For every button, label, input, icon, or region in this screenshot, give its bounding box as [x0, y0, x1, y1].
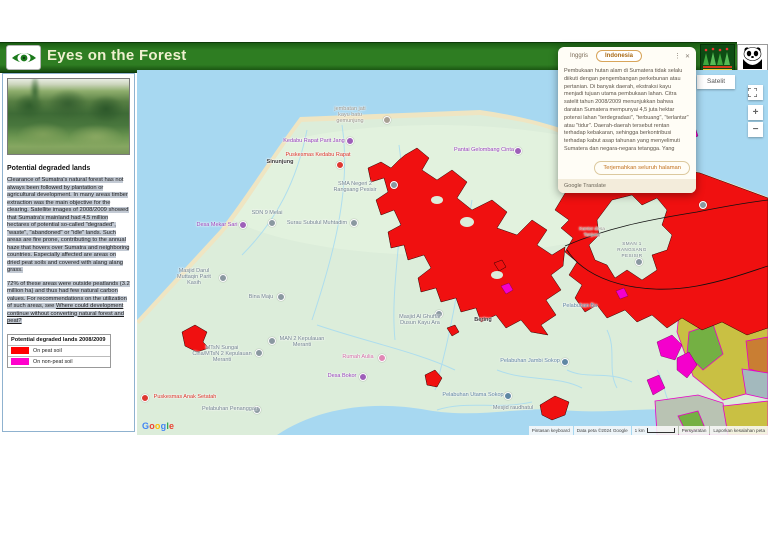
map-label[interactable]: Rumah Aulia [342, 354, 373, 360]
map-label[interactable]: Kedabu Rapat Parit Jang [283, 138, 344, 144]
map-label[interactable]: Mesjid raudhatul [493, 405, 533, 411]
legend-label-peat: On peat soil [33, 347, 62, 354]
google-letter: e [169, 421, 175, 431]
more-options-icon[interactable]: ⋮ [672, 52, 683, 60]
map-label[interactable]: Desa Bokor [328, 373, 357, 379]
mosque-icon[interactable] [219, 274, 227, 282]
school-icon[interactable] [255, 349, 263, 357]
sidebar-paragraph-1: Clearance of Sumatra's natural forest ha… [7, 177, 130, 275]
translated-text: Pembukaan hutan alam di Sumatera tidak s… [564, 68, 689, 154]
lodging-icon[interactable] [378, 354, 386, 362]
terms-link[interactable]: Persyaratan [678, 426, 710, 435]
sidebar-paragraph-2: 72% of these areas were outside peatland… [7, 280, 130, 326]
translate-button-row: Terjemahkan seluruh halaman [558, 154, 696, 179]
google-translate-attribution: Google Translate [558, 179, 696, 193]
close-icon[interactable]: ✕ [683, 53, 692, 60]
school-icon[interactable] [268, 219, 276, 227]
map-label: SMAN 1 RANGSANG PESISIR [617, 241, 647, 258]
map-label: Bering [474, 317, 492, 323]
map-label[interactable]: Puskesmas Anak Setatah [154, 394, 217, 400]
highlighted-text-1: Clearance of Sumatra's natural forest ha… [7, 177, 130, 273]
place-icon[interactable] [277, 293, 285, 301]
legend-box: Potential degraded lands 2008/2009 On pe… [7, 333, 111, 368]
report-error-link[interactable]: Laporkan kesalahan peta [710, 426, 768, 435]
panda-icon [743, 47, 762, 69]
village-icon[interactable] [239, 221, 247, 229]
sidebar-panel: Potential degraded lands Clearance of Su… [2, 73, 135, 432]
forest-photo [7, 78, 130, 155]
legend-swatch-nonpeat [11, 358, 29, 365]
map-label: Kantor desa Tanjung [579, 227, 605, 238]
map-label[interactable]: Pelabuhan Utama Sokop [442, 392, 503, 398]
hospital-icon[interactable] [141, 394, 149, 402]
map-label: jembatan jati kayu batu gemunjung [334, 106, 366, 124]
village-icon[interactable] [359, 373, 367, 381]
bridge-icon[interactable] [383, 116, 391, 124]
scale-line [646, 428, 675, 433]
map-label[interactable]: Pelabuhan Penanggau [202, 406, 258, 412]
satellite-toggle-button[interactable]: Satelit [697, 75, 735, 89]
map-label[interactable]: Surau Subulul Muhtadim [287, 220, 347, 226]
translate-tab-indonesian[interactable]: Indonesia [596, 50, 643, 62]
map-label[interactable]: Masjid Al Ghuffar Dusun Kayu Ara [396, 314, 444, 326]
map-label[interactable]: Desa Mekar Sari [197, 222, 238, 228]
legend-swatch-peat [11, 347, 29, 354]
app-title: Eyes on the Forest [47, 47, 187, 64]
scale-bar: 1 km [631, 426, 678, 435]
school-icon[interactable] [390, 181, 398, 189]
mosque-icon[interactable] [350, 219, 358, 227]
map-label[interactable]: Pelabuhan Jambi Sokop [500, 358, 560, 364]
map-attribution: Pintasan keyboard Data peta ©2024 Google… [528, 426, 768, 435]
legend-row-nonpeat: On non-peat soil [8, 355, 110, 367]
school-icon[interactable] [268, 337, 276, 345]
fullscreen-icon [748, 88, 757, 97]
map-data-credit: Data peta ©2024 Google [573, 426, 631, 435]
translate-whole-page-button[interactable]: Terjemahkan seluruh halaman [594, 161, 690, 175]
map-label[interactable]: Pelabuhan Bu [563, 303, 598, 309]
google-logo[interactable]: Google [142, 421, 174, 431]
legend-title: Potential degraded lands 2008/2009 [11, 336, 106, 343]
map-label[interactable]: SMA Negeri 2 Rangsang Pesisir [331, 181, 379, 193]
eyes-on-forest-logo[interactable] [6, 45, 41, 70]
keyboard-shortcuts-link[interactable]: Pintasan keyboard [528, 426, 573, 435]
scale-label: 1 km [634, 428, 645, 433]
zoom-in-button[interactable]: + [748, 105, 763, 120]
map-label[interactable]: Pantai Gelombang Cinta [454, 147, 514, 153]
map-label[interactable]: Puskesmas Kedabu Rapat [285, 152, 350, 158]
eye-leaf-icon [11, 53, 36, 63]
school-icon[interactable] [635, 258, 643, 266]
translate-tab-english[interactable]: Inggris [562, 51, 596, 61]
legend-row-peat: On peat soil [8, 344, 110, 356]
map-label[interactable]: Masjid Darul Muttaqin Parit Kasih [170, 268, 218, 286]
map-label[interactable]: MTsN Sungai Cina/MTsN 2 Kepulauan Merant… [192, 345, 252, 363]
page: Eyes on the Forest WWF [0, 0, 768, 543]
fullscreen-button[interactable] [748, 85, 763, 100]
section-title: Potential degraded lands [7, 165, 91, 172]
map-label[interactable]: Bina Maju [249, 294, 273, 300]
zoom-out-button[interactable]: − [748, 122, 763, 137]
shop-icon[interactable] [346, 137, 354, 145]
harbor-icon[interactable] [504, 392, 512, 400]
attraction-icon[interactable] [514, 147, 522, 155]
google-translate-popup: Inggris Indonesia ⋮ ✕ Pembukaan hutan al… [558, 47, 696, 193]
map-label: Sinunjung [266, 159, 294, 165]
map-label[interactable]: SDN 9 Melai [252, 210, 283, 216]
legend-label-nonpeat: On non-peat soil [33, 358, 73, 365]
place-icon[interactable] [699, 201, 707, 209]
translate-popup-header: Inggris Indonesia ⋮ ✕ [558, 47, 696, 65]
hospital-icon[interactable] [336, 161, 344, 169]
map-label[interactable]: MAN 2 Kepulauan Meranti [278, 336, 326, 348]
harbor-icon[interactable] [561, 358, 569, 366]
